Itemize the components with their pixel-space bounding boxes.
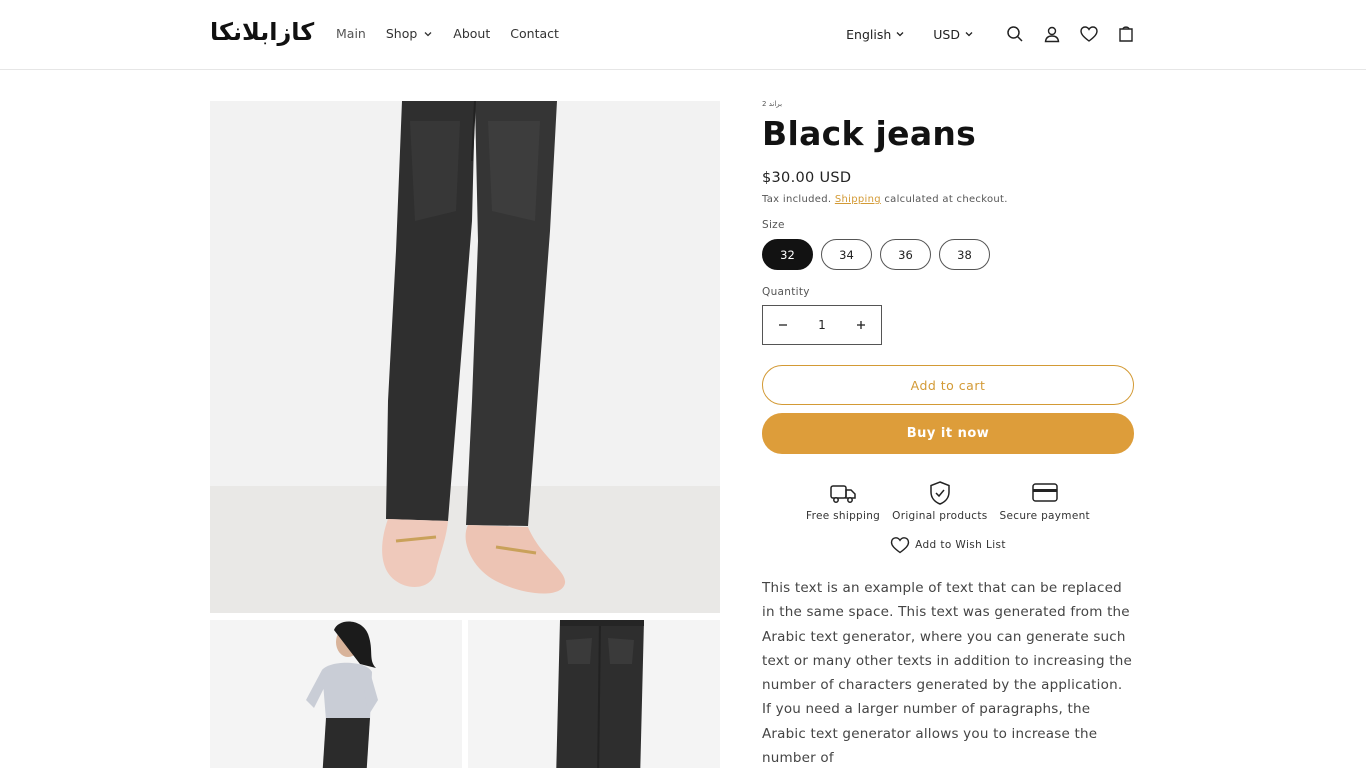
header-utilities: English USD — [846, 22, 1138, 46]
language-label: English — [846, 26, 892, 42]
minus-icon — [779, 324, 787, 326]
size-options: 32 34 36 38 — [762, 239, 1134, 270]
jeans-back-image — [468, 620, 720, 768]
nav-item-main[interactable]: Main — [336, 26, 366, 41]
size-option-34[interactable]: 34 — [821, 239, 872, 270]
nav-item-shop[interactable]: Shop — [386, 26, 433, 41]
currency-label: USD — [933, 26, 960, 42]
shield-check-icon — [930, 481, 950, 505]
product-thumbnail-back[interactable] — [468, 620, 720, 768]
quantity-input[interactable] — [803, 318, 841, 332]
buy-now-button[interactable]: Buy it now — [762, 413, 1134, 454]
site-logo[interactable]: كازابلانكا — [210, 18, 315, 46]
search-button[interactable] — [1003, 22, 1027, 46]
nav-item-label: Contact — [510, 26, 559, 41]
nav-item-label: Main — [336, 26, 366, 41]
feature-free-shipping: Free shipping — [806, 480, 880, 522]
product-title: Black jeans — [762, 114, 977, 153]
tax-note: Tax included. Shipping calculated at che… — [762, 194, 1134, 205]
language-selector[interactable]: English — [846, 27, 905, 42]
cart-icon — [1119, 26, 1133, 42]
truck-icon — [830, 485, 856, 503]
tax-prefix: Tax included. — [762, 194, 832, 205]
wishlist-header-button[interactable] — [1077, 22, 1101, 46]
product-price: $30.00 USD — [762, 170, 852, 186]
search-icon — [1007, 26, 1023, 42]
feature-badges: Free shipping Original products Secure p… — [762, 480, 1134, 522]
account-icon — [1044, 26, 1060, 43]
credit-card-icon — [1032, 483, 1058, 502]
site-header: كازابلانكا Main Shop About Contact Engli… — [0, 0, 1366, 70]
chevron-down-icon — [896, 32, 904, 37]
shipping-link[interactable]: Shipping — [835, 194, 881, 205]
nav-item-label: Shop — [385, 26, 418, 41]
product-vendor: براند 2 — [762, 100, 783, 108]
description-paragraph: If you need a larger number of paragraph… — [762, 701, 1098, 767]
size-option-36[interactable]: 36 — [880, 239, 931, 270]
description-paragraph: This text is an example of text that can… — [762, 580, 1132, 694]
quantity-stepper — [762, 305, 882, 345]
product-info: براند 2 Black jeans $30.00 USD Tax inclu… — [762, 100, 1134, 768]
main-nav: Main Shop About Contact — [336, 26, 579, 41]
product-thumbnail-front[interactable] — [210, 620, 462, 768]
heart-icon — [890, 537, 910, 554]
size-option-32[interactable]: 32 — [762, 239, 813, 270]
jeans-image — [210, 101, 720, 613]
product-main-image[interactable] — [210, 101, 720, 613]
model-front-image — [210, 620, 462, 768]
quantity-increase-button[interactable] — [841, 306, 881, 344]
feature-label: Secure payment — [999, 510, 1090, 522]
tax-suffix: calculated at checkout. — [884, 194, 1008, 205]
cart-button[interactable] — [1114, 22, 1138, 46]
account-button[interactable] — [1040, 22, 1064, 46]
wishlist-label: Add to Wish List — [915, 539, 1006, 551]
nav-item-about[interactable]: About — [453, 26, 490, 41]
quantity-decrease-button[interactable] — [763, 306, 803, 344]
chevron-down-icon — [424, 31, 432, 36]
size-label: Size — [762, 219, 785, 231]
add-to-cart-button[interactable]: Add to cart — [762, 365, 1134, 405]
plus-icon — [857, 321, 865, 329]
nav-item-contact[interactable]: Contact — [510, 26, 559, 41]
chevron-down-icon — [965, 32, 973, 37]
feature-label: Free shipping — [806, 510, 881, 522]
feature-label: Original products — [892, 510, 988, 522]
feature-original-products: Original products — [892, 480, 987, 522]
heart-icon — [1080, 26, 1098, 42]
product-description: This text is an example of text that can… — [762, 576, 1134, 768]
quantity-label: Quantity — [762, 286, 810, 298]
feature-secure-payment: Secure payment — [1000, 480, 1090, 522]
add-to-wishlist-button[interactable]: Add to Wish List — [762, 536, 1134, 554]
currency-selector[interactable]: USD — [933, 27, 974, 42]
nav-item-label: About — [453, 26, 491, 41]
size-option-38[interactable]: 38 — [939, 239, 990, 270]
